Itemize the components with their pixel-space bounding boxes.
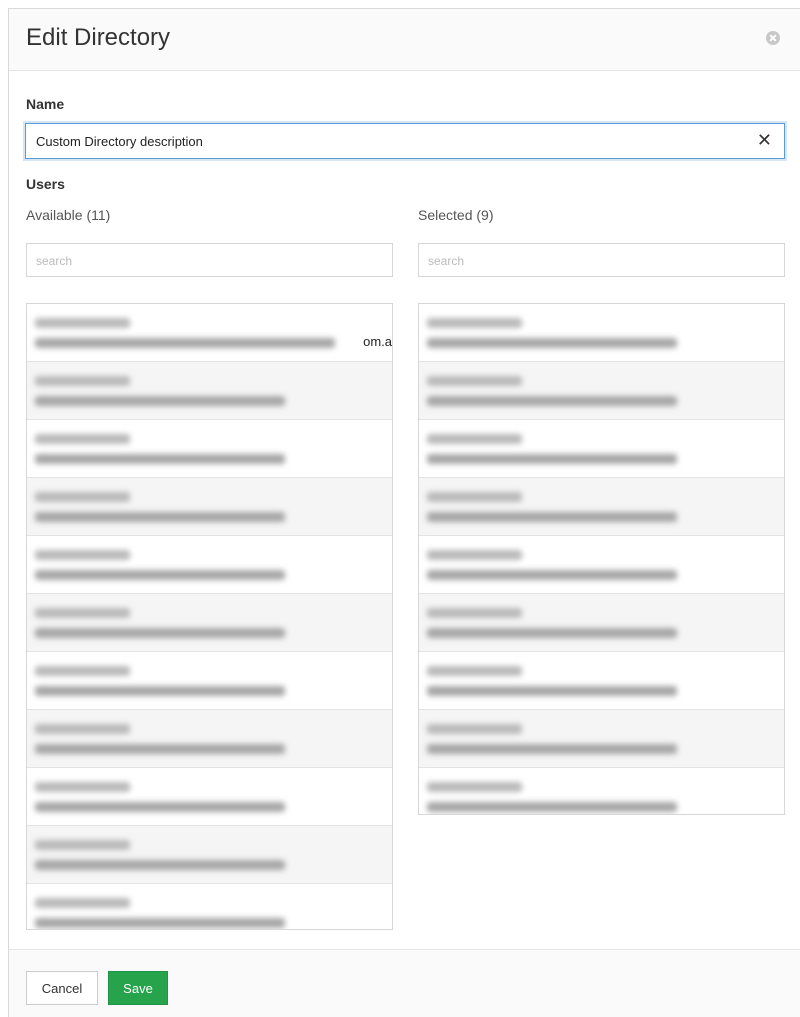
selected-search-placeholder: search: [428, 254, 465, 268]
available-user-row[interactable]: om.a: [27, 304, 392, 362]
user-name-redacted: [427, 376, 522, 386]
clear-icon[interactable]: ✕: [757, 130, 772, 151]
user-name-redacted: [35, 898, 130, 908]
available-label: Available (11): [26, 207, 111, 223]
available-user-row[interactable]: [27, 478, 392, 536]
user-name-redacted: [35, 434, 130, 444]
selected-label: Selected (9): [418, 207, 494, 223]
user-email-redacted: [427, 686, 677, 696]
user-email-redacted: [427, 570, 677, 580]
user-email-redacted: [427, 512, 677, 522]
user-email-redacted: [35, 396, 285, 406]
user-name-redacted: [35, 666, 130, 676]
user-name-redacted: [35, 376, 130, 386]
selected-user-row[interactable]: [419, 304, 784, 362]
user-email-redacted: [427, 628, 677, 638]
user-name-redacted: [35, 782, 130, 792]
user-name-redacted: [35, 318, 130, 328]
user-email-redacted: [35, 802, 285, 812]
user-email-redacted: [35, 338, 335, 348]
user-email-redacted: [35, 744, 285, 754]
dialog-footer: Cancel Save: [9, 949, 800, 1017]
close-icon[interactable]: [766, 31, 780, 45]
dialog-header: Edit Directory: [9, 9, 800, 71]
available-user-row[interactable]: [27, 536, 392, 594]
selected-user-row[interactable]: [419, 652, 784, 710]
user-name-redacted: [35, 724, 130, 734]
selected-user-row[interactable]: [419, 768, 784, 814]
dialog-title: Edit Directory: [26, 24, 171, 51]
user-name-redacted: [35, 550, 130, 560]
selected-users-list: [418, 303, 785, 815]
selected-user-row[interactable]: [419, 710, 784, 768]
available-user-row[interactable]: [27, 594, 392, 652]
users-label: Users: [26, 176, 65, 192]
user-name-redacted: [35, 608, 130, 618]
user-name-redacted: [427, 318, 522, 328]
user-name-redacted: [427, 550, 522, 560]
available-user-row[interactable]: [27, 362, 392, 420]
name-input[interactable]: Custom Directory description ✕: [25, 123, 785, 159]
edit-directory-dialog: Edit Directory Name Custom Directory des…: [8, 8, 800, 1017]
user-email-redacted: [35, 512, 285, 522]
available-user-row[interactable]: [27, 420, 392, 478]
selected-search-input[interactable]: search: [418, 243, 785, 277]
user-name-redacted: [427, 724, 522, 734]
selected-user-row[interactable]: [419, 536, 784, 594]
cancel-button[interactable]: Cancel: [26, 971, 98, 1005]
user-email-redacted: [35, 918, 285, 928]
available-user-row[interactable]: [27, 884, 392, 929]
selected-user-row[interactable]: [419, 420, 784, 478]
user-email-redacted: [35, 686, 285, 696]
user-email-redacted: [35, 860, 285, 870]
user-name-redacted: [35, 840, 130, 850]
user-name-redacted: [35, 492, 130, 502]
user-name-redacted: [427, 782, 522, 792]
selected-user-row[interactable]: [419, 594, 784, 652]
user-email-redacted: [427, 396, 677, 406]
selected-user-row[interactable]: [419, 362, 784, 420]
save-button[interactable]: Save: [108, 971, 168, 1005]
user-name-redacted: [427, 434, 522, 444]
user-email-redacted: [427, 802, 677, 812]
available-search-input[interactable]: search: [26, 243, 393, 277]
available-user-row[interactable]: [27, 710, 392, 768]
available-user-row[interactable]: [27, 652, 392, 710]
user-email-redacted: [427, 454, 677, 464]
name-input-value: Custom Directory description: [36, 134, 203, 149]
user-name-redacted: [427, 666, 522, 676]
available-user-row[interactable]: [27, 768, 392, 826]
user-email-suffix: om.a: [363, 334, 392, 349]
user-email-redacted: [427, 744, 677, 754]
user-email-redacted: [427, 338, 677, 348]
user-email-redacted: [35, 570, 285, 580]
user-email-redacted: [35, 454, 285, 464]
user-email-redacted: [35, 628, 285, 638]
user-name-redacted: [427, 492, 522, 502]
available-users-list: om.a: [26, 303, 393, 930]
user-name-redacted: [427, 608, 522, 618]
name-label: Name: [26, 96, 65, 112]
selected-user-row[interactable]: [419, 478, 784, 536]
available-user-row[interactable]: [27, 826, 392, 884]
available-search-placeholder: search: [36, 254, 73, 268]
